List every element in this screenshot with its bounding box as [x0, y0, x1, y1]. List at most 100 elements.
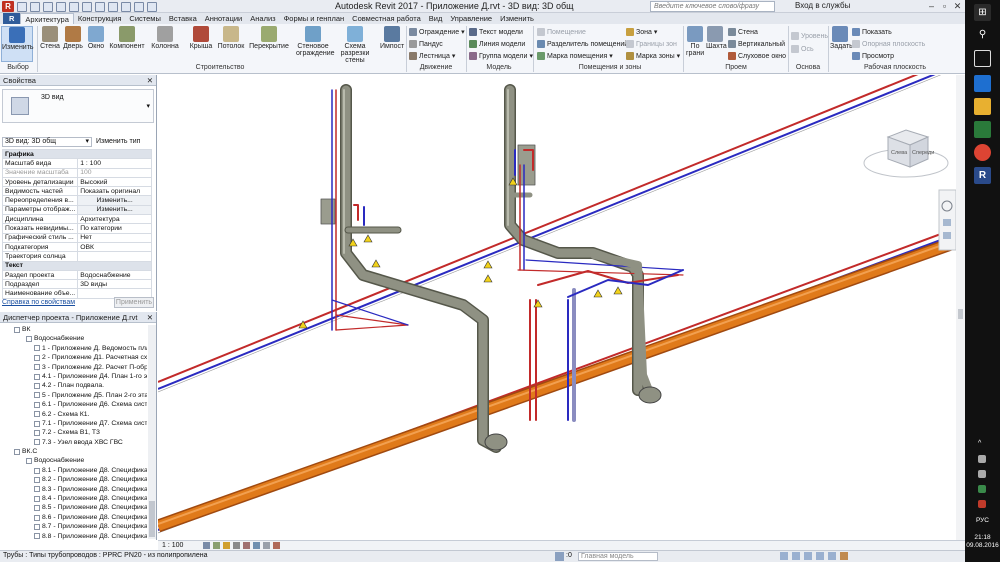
browser-view-item[interactable]: 8.6 - Приложение Д8. Спецификаци — [0, 513, 147, 522]
close-icon[interactable]: ✕ — [147, 75, 153, 86]
panel-select[interactable]: Выбор — [0, 64, 36, 71]
expand-icon[interactable] — [34, 429, 40, 436]
select-pinned-icon[interactable] — [804, 552, 812, 560]
expand-icon[interactable] — [34, 364, 40, 371]
browser-view-item[interactable]: 6.2 - Схема К1. — [0, 410, 147, 419]
window-button[interactable]: Окно — [86, 26, 106, 50]
properties-help-link[interactable]: Справка по свойствам — [2, 299, 75, 306]
property-value[interactable]: 3D виды — [77, 279, 152, 290]
browser-view-item[interactable]: 6.1 - Приложение Д6. Схема систе — [0, 400, 147, 409]
view-scale[interactable]: 1 : 100 — [162, 542, 183, 549]
roof-button[interactable]: Крыша — [188, 26, 214, 50]
collapse-icon[interactable] — [14, 326, 20, 333]
property-value[interactable] — [77, 251, 152, 262]
task-view-icon[interactable] — [974, 50, 991, 67]
viewport-scroll-thumb[interactable] — [958, 309, 963, 319]
floor-button[interactable]: Перекрытие — [248, 26, 290, 50]
viewport-scrollbar[interactable] — [956, 75, 965, 540]
curtain-wall-button[interactable]: Стеновое ограждение — [296, 26, 335, 57]
3d-view-icon[interactable] — [134, 1, 144, 12]
volume-icon[interactable] — [978, 470, 986, 478]
minimize-icon[interactable]: – — [925, 0, 938, 13]
crop-view-icon[interactable] — [253, 542, 260, 549]
edge-icon[interactable] — [974, 75, 991, 92]
collapse-icon[interactable] — [14, 448, 20, 455]
shaft-button[interactable]: Шахта — [706, 26, 727, 50]
clock[interactable]: 21:18 09.08.2016 — [965, 534, 1000, 550]
expand-icon[interactable] — [34, 383, 40, 390]
column-button[interactable]: Колонна — [150, 26, 180, 50]
browser-view-item[interactable]: 3 - Приложение Д2. Расчет П-обра — [0, 363, 147, 372]
sun-path-icon[interactable] — [223, 542, 230, 549]
browser-view-item[interactable]: 8.2 - Приложение Д8. Спецификаци — [0, 475, 147, 484]
hide-isolate-icon[interactable] — [273, 542, 280, 549]
browser-folder-item[interactable]: Водоснабжение — [0, 334, 147, 343]
property-edit-button[interactable]: Изменить... — [77, 195, 152, 206]
browser-folder-item[interactable]: ВК — [0, 325, 147, 334]
model-group-button[interactable]: Группа модели ▾ — [469, 52, 533, 60]
save-icon[interactable] — [30, 1, 40, 12]
property-value[interactable]: Показать оригинал — [77, 186, 152, 197]
start-icon[interactable]: ⊞ — [974, 4, 991, 21]
open-icon[interactable] — [17, 1, 27, 12]
tray-app-icon[interactable] — [978, 485, 986, 493]
browser-view-item[interactable]: 5 - Приложение Д5. План 2-го этаж — [0, 391, 147, 400]
by-face-button[interactable]: По грани — [686, 26, 704, 57]
expand-icon[interactable] — [34, 495, 40, 502]
drag-elements-icon[interactable] — [828, 552, 836, 560]
network-icon[interactable] — [978, 455, 986, 463]
expand-icon[interactable] — [34, 523, 40, 530]
tab-insert[interactable]: Вставка — [165, 13, 201, 24]
door-button[interactable]: Дверь — [62, 26, 84, 50]
3d-viewport[interactable]: Слева Спереди — [158, 75, 965, 540]
area-tag-button[interactable]: Марка зоны ▾ — [626, 52, 680, 60]
expand-icon[interactable] — [34, 439, 40, 446]
browser-view-item[interactable]: 8.8 - Приложение Д8. Спецификаци — [0, 532, 147, 541]
expand-icon[interactable] — [34, 411, 40, 418]
set-work-plane-button[interactable]: Задать — [830, 26, 853, 50]
select-underlay-icon[interactable] — [792, 552, 800, 560]
select-by-face-icon[interactable] — [816, 552, 824, 560]
room-tag-button[interactable]: Марка помещения ▾ — [537, 52, 613, 60]
component-button[interactable]: Компонент — [108, 26, 146, 50]
stair-button[interactable]: Лестница ▾ — [409, 52, 455, 60]
tab-massing[interactable]: Формы и генплан — [280, 13, 349, 24]
sign-in-button[interactable]: Вход в службы — [795, 1, 850, 10]
viewer-button[interactable]: Просмотр — [852, 52, 894, 60]
level-button[interactable]: Уровень — [791, 32, 828, 40]
property-value[interactable]: 1 : 100 — [77, 158, 152, 169]
browser-view-item[interactable]: 7.2 - Схема В1, Т3 — [0, 428, 147, 437]
maximize-icon[interactable]: ▫ — [938, 0, 951, 13]
expand-icon[interactable] — [34, 345, 40, 352]
browser-view-item[interactable]: 8.7 - Приложение Д8. Спецификаци — [0, 522, 147, 531]
tab-systems[interactable]: Системы — [125, 13, 164, 24]
edit-type-button[interactable]: Изменить тип — [96, 138, 140, 145]
panel-build[interactable]: Строительство — [150, 64, 290, 71]
expand-icon[interactable] — [34, 392, 40, 399]
curtain-grid-button[interactable]: Схема разрезки стены — [332, 26, 378, 64]
search-input[interactable]: Введите ключевое слово/фразу — [650, 1, 775, 12]
expand-icon[interactable] — [34, 533, 40, 540]
tray-chrome-icon[interactable] — [978, 500, 986, 508]
store-icon[interactable] — [974, 121, 991, 138]
collapse-icon[interactable] — [26, 458, 32, 465]
sync-icon[interactable] — [43, 1, 53, 12]
filter-icon[interactable] — [840, 552, 848, 560]
tray-chevron-icon[interactable]: ^ — [978, 440, 986, 448]
panel-circulation[interactable]: Движение — [409, 64, 463, 71]
vertical-opening-button[interactable]: Вертикальный — [728, 40, 785, 48]
redo-icon[interactable] — [69, 1, 79, 12]
area-button[interactable]: Зона ▾ — [626, 28, 657, 36]
expand-icon[interactable] — [34, 401, 40, 408]
design-option-dropdown[interactable]: Главная модель — [578, 552, 658, 561]
ramp-button[interactable]: Пандус — [409, 40, 443, 48]
explorer-icon[interactable] — [974, 98, 991, 115]
expand-icon[interactable] — [34, 354, 40, 361]
area-boundary-button[interactable]: Границы зон — [626, 40, 677, 48]
browser-view-item[interactable]: 8.1 - Приложение Д8. Спецификаци — [0, 466, 147, 475]
browser-folder-item[interactable]: ВК.С — [0, 447, 147, 456]
tab-view[interactable]: Вид — [425, 13, 447, 24]
panel-work-plane[interactable]: Рабочая плоскость — [830, 64, 960, 71]
navigation-bar[interactable] — [938, 189, 957, 251]
property-group[interactable]: Текст — [2, 260, 152, 271]
